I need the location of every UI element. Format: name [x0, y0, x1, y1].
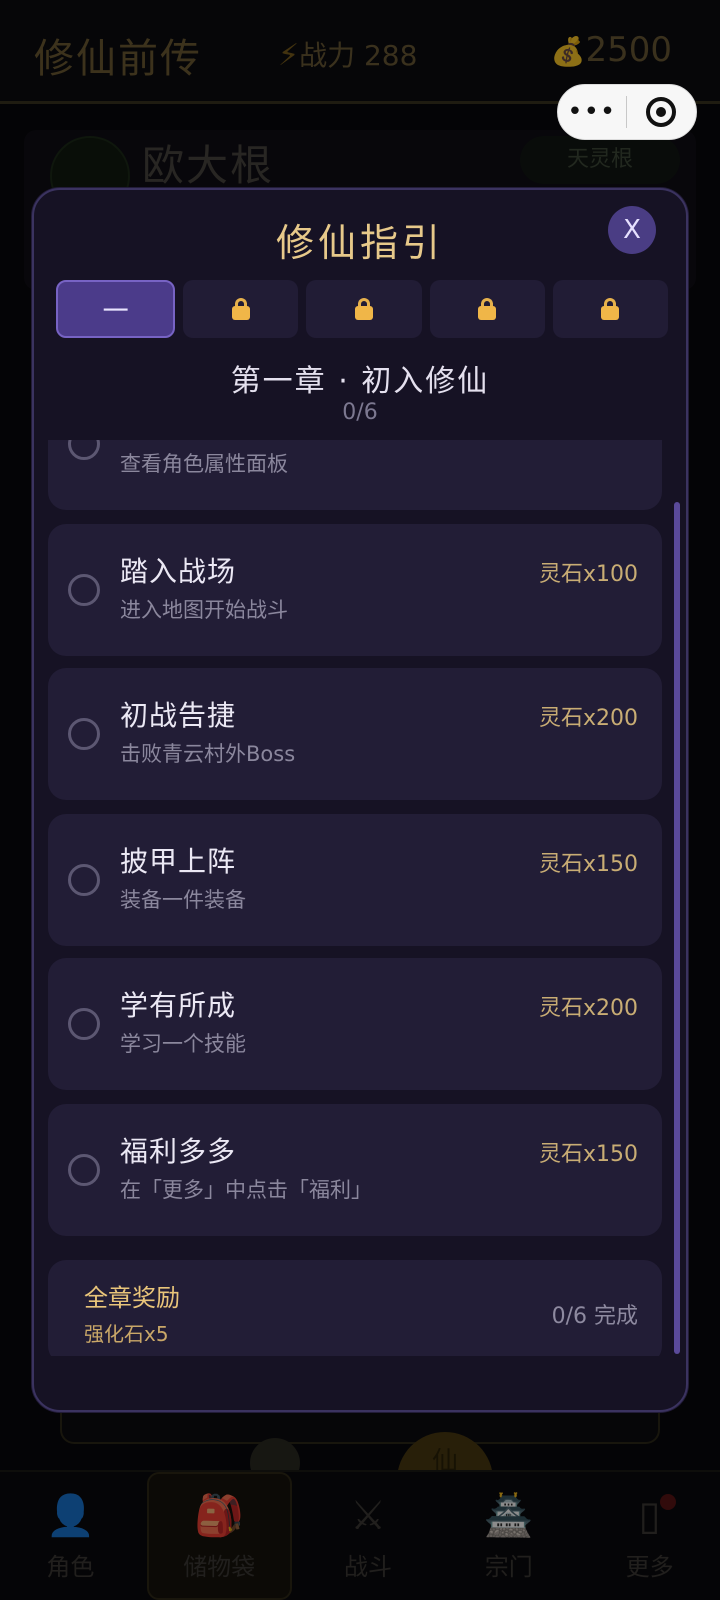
chapter-reward-card[interactable]: 全章奖励 强化石x5 0/6 完成 — [48, 1260, 662, 1356]
task-description: 学习一个技能 — [120, 1032, 246, 1056]
task-title: 踏入战场 — [120, 555, 237, 588]
chapter-reward-status: 0/6 完成 — [551, 1304, 638, 1329]
task-title: 披甲上阵 — [120, 845, 237, 878]
chapter-tabs: 一 — [56, 280, 669, 338]
task-checkbox[interactable] — [68, 864, 100, 896]
lock-icon — [478, 298, 497, 320]
task-checkbox[interactable] — [68, 718, 100, 750]
chapter-progress: 0/6 — [342, 400, 378, 425]
task-description: 在「更多」中点击「福利」 — [120, 1178, 372, 1202]
chapter-name: 第一章 · 初入修仙 — [230, 364, 490, 399]
task-checkbox[interactable] — [68, 1154, 100, 1186]
chapter-tab-1[interactable]: 一 — [56, 280, 176, 338]
task-item[interactable]: 学有所成 学习一个技能 灵石x200 — [48, 958, 662, 1090]
chapter-tab-2-locked[interactable] — [183, 280, 299, 338]
lock-icon — [231, 298, 250, 320]
task-reward: 灵石x150 — [538, 852, 638, 877]
task-reward: 灵石x200 — [538, 996, 638, 1021]
close-miniprogram-button[interactable] — [627, 97, 697, 127]
task-title: 福利多多 — [120, 1135, 237, 1168]
modal-title: 修仙指引 — [275, 221, 444, 265]
lock-icon — [355, 298, 373, 320]
task-description: 击败青云村外Boss — [120, 742, 296, 766]
task-list[interactable]: 查看角色属性面板 踏入战场 进入地图开始战斗 灵石x100 初战告捷 击败青云村… — [48, 440, 668, 1356]
task-checkbox[interactable] — [68, 574, 100, 606]
chapter-tab-5-locked[interactable] — [552, 280, 669, 338]
chapter-tab-4-locked[interactable] — [429, 280, 545, 338]
chapter-tab-3-locked[interactable] — [306, 280, 422, 338]
task-description: 进入地图开始战斗 — [120, 598, 288, 622]
task-item[interactable]: 踏入战场 进入地图开始战斗 灵石x100 — [48, 524, 662, 656]
task-reward: 灵石x200 — [538, 706, 638, 731]
task-item[interactable]: 初战告捷 击败青云村外Boss 灵石x200 — [48, 668, 662, 800]
task-description: 装备一件装备 — [120, 888, 246, 912]
game-screen: 修仙前传 ⚡战力 288 💰2500 欧大根 天灵根 仙 👤 角色 🎒 储物袋 … — [0, 0, 720, 1600]
target-icon — [646, 97, 677, 127]
task-item[interactable]: 披甲上阵 装备一件装备 灵石x150 — [48, 814, 662, 946]
task-item[interactable]: 查看角色属性面板 — [48, 440, 662, 510]
chapter-reward-item: 强化石x5 — [84, 1322, 169, 1346]
task-reward: 灵石x150 — [538, 1142, 638, 1167]
task-title: 学有所成 — [120, 989, 237, 1022]
lock-icon — [601, 298, 620, 320]
task-checkbox[interactable] — [68, 440, 100, 460]
cultivation-guide-modal: 修仙指引 X 一 第一章 · 初入修仙 0/6 查看角色属性面板 踏入战场 进入… — [32, 188, 688, 1412]
more-menu-button[interactable]: ••• — [558, 86, 626, 138]
task-reward: 灵石x100 — [538, 562, 638, 587]
task-item[interactable]: 福利多多 在「更多」中点击「福利」 灵石x150 — [48, 1104, 662, 1236]
close-button[interactable]: X — [608, 206, 656, 254]
scrollbar[interactable] — [674, 502, 680, 1354]
task-title: 初战告捷 — [120, 699, 237, 732]
task-description: 查看角色属性面板 — [120, 452, 288, 476]
miniprogram-capsule: ••• — [557, 84, 697, 140]
chapter-reward-title: 全章奖励 — [84, 1284, 180, 1312]
task-checkbox[interactable] — [68, 1008, 100, 1040]
